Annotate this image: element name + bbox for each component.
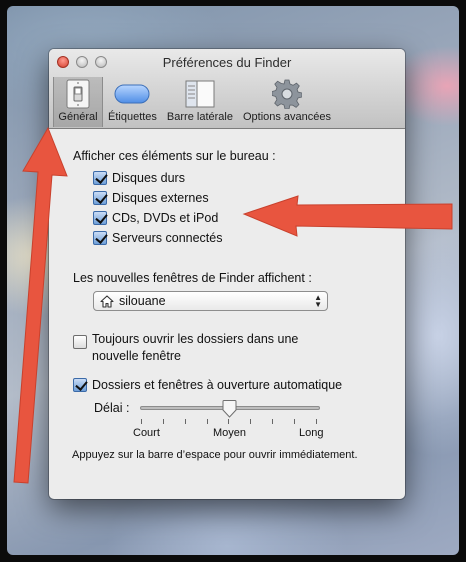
checkbox-label: Disques externes (112, 191, 209, 205)
desktop-items-heading: Afficher ces éléments sur le bureau : (73, 149, 276, 163)
new-windows-popup[interactable]: silouane ▲ ▼ (93, 291, 328, 311)
tab-advanced[interactable]: Options avancées (238, 77, 336, 127)
scale-long: Long (299, 427, 324, 439)
checkbox-label: Dossiers et fenêtres à ouverture automat… (92, 378, 343, 392)
delay-label: Délai : (94, 401, 130, 415)
slider-knob[interactable] (222, 400, 237, 418)
checkbox-label: Serveurs connectés (112, 231, 223, 245)
popup-selected-value: silouane (119, 294, 166, 308)
checkbox-external-disks[interactable]: Disques externes (93, 188, 405, 208)
scale-short: Court (133, 427, 160, 439)
finder-preferences-window: Préférences du Finder Général Étiquettes… (49, 49, 405, 499)
spring-loaded-hint: Appuyez sur la barre d’espace pour ouvri… (72, 449, 358, 461)
checkbox-label: Disques durs (112, 171, 185, 185)
checkbox[interactable] (93, 191, 107, 205)
checkbox-label: CDs, DVDs et iPod (112, 211, 219, 225)
window-toolbar: Préférences du Finder Général Étiquettes… (49, 49, 405, 129)
tab-sidebar[interactable]: Barre latérale (162, 77, 238, 127)
checkbox-label-line2: nouvelle fenêtre (92, 349, 181, 363)
tab-advanced-label: Options avancées (242, 111, 332, 123)
gear-icon (267, 79, 307, 109)
slider-scale-labels: Court Moyen Long (73, 427, 405, 443)
checkbox[interactable] (73, 378, 87, 392)
scale-medium: Moyen (213, 427, 247, 439)
new-windows-label: Les nouvelles fenêtres de Finder affiche… (73, 271, 312, 285)
general-pane: Afficher ces éléments sur le bureau : Di… (49, 129, 405, 461)
switch-icon (58, 79, 98, 109)
checkbox-connected-servers[interactable]: Serveurs connectés (93, 228, 405, 248)
slider-ticks (139, 417, 319, 427)
tab-labels-label: Étiquettes (108, 111, 157, 123)
checkbox-hard-disks[interactable]: Disques durs (93, 168, 405, 188)
checkbox-cds-dvds-ipods[interactable]: CDs, DVDs et iPod (93, 208, 405, 228)
checkbox-spring-loaded[interactable]: Dossiers et fenêtres à ouverture automat… (73, 375, 405, 395)
tab-labels[interactable]: Étiquettes (103, 77, 162, 127)
checkbox[interactable] (93, 171, 107, 185)
home-icon (100, 294, 114, 308)
label-pill-icon (112, 79, 152, 109)
tab-general[interactable]: Général (53, 77, 103, 127)
sidebar-icon (180, 79, 220, 109)
tab-sidebar-label: Barre latérale (166, 111, 233, 123)
delay-slider[interactable] (140, 400, 320, 418)
checkbox[interactable] (73, 335, 87, 349)
checkbox-label: Toujours ouvrir les dossiers dans une no… (92, 331, 298, 365)
window-title: Préférences du Finder (162, 55, 292, 70)
popup-arrows-icon: ▲ ▼ (314, 293, 322, 309)
checkbox-always-new-window[interactable]: Toujours ouvrir les dossiers dans une no… (73, 331, 405, 365)
preferences-tabs: Général Étiquettes Barre latérale Option… (53, 77, 336, 127)
delay-slider-row: Délai : (73, 399, 405, 418)
checkbox[interactable] (93, 211, 107, 225)
checkbox[interactable] (93, 231, 107, 245)
checkbox-label-line1: Toujours ouvrir les dossiers dans une (92, 332, 299, 346)
tab-general-label: Général (58, 111, 98, 123)
